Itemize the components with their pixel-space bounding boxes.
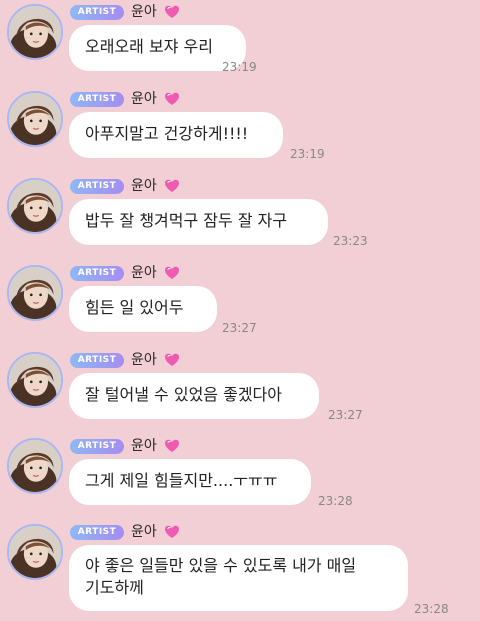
sender-name: 윤아 [131,524,157,540]
sender-name: 윤아 [131,265,157,281]
message-bubble[interactable]: 야 좋은 일들만 있을 수 있도록 내가 매일 기도하께 [69,545,408,611]
sender-name: 윤아 [131,178,157,194]
message-bubble[interactable]: 오래오래 보쟈 우리 [69,25,246,71]
chat-message: ARTIST 윤아 그게 제일 힘들지만....ㅜㅠㅠ 23:28 [0,434,480,522]
artist-badge: ARTIST [70,91,124,107]
profile-photo-icon [9,440,61,492]
message-time: 23:27 [222,321,257,335]
profile-photo-icon [9,180,61,232]
message-time: 23:19 [290,147,325,161]
artist-badge: ARTIST [70,265,124,281]
profile-photo-icon [9,267,61,319]
sender-info: ARTIST 윤아 [70,264,180,282]
sender-info: ARTIST 윤아 [70,523,180,541]
message-time: 23:23 [333,234,368,248]
sender-name: 윤아 [131,438,157,454]
avatar[interactable] [7,438,63,494]
message-time: 23:19 [222,60,257,74]
message-bubble[interactable]: 그게 제일 힘들지만....ㅜㅠㅠ [69,459,311,505]
chat-feed: ARTIST 윤아 오래오래 보쟈 우리 23:19 ARTIST 윤아 아푸지… [0,0,480,621]
chat-message: ARTIST 윤아 잘 털어낼 수 있었음 좋겠다아 23:27 [0,348,480,436]
profile-photo-icon [9,354,61,406]
sender-name: 윤아 [131,4,157,20]
chat-message: ARTIST 윤아 밥두 잘 챙겨먹구 잠두 잘 자구 23:23 [0,174,480,262]
message-bubble[interactable]: 잘 털어낼 수 있었음 좋겠다아 [69,373,319,419]
message-bubble[interactable]: 힘든 일 있어두 [69,286,217,332]
heart-icon [164,353,179,366]
chat-message: ARTIST 윤아 오래오래 보쟈 우리 23:19 [0,0,480,88]
artist-badge: ARTIST [70,352,124,368]
message-time: 23:28 [414,602,449,616]
sender-info: ARTIST 윤아 [70,90,180,108]
avatar[interactable] [7,178,63,234]
chat-message: ARTIST 윤아 야 좋은 일들만 있을 수 있도록 내가 매일 기도하께 2… [0,520,480,621]
profile-photo-icon [9,6,61,58]
artist-badge: ARTIST [70,4,124,20]
heart-icon [164,525,179,538]
sender-info: ARTIST 윤아 [70,177,180,195]
sender-info: ARTIST 윤아 [70,437,180,455]
artist-badge: ARTIST [70,178,124,194]
sender-name: 윤아 [131,352,157,368]
message-time: 23:27 [328,408,363,422]
artist-badge: ARTIST [70,524,124,540]
sender-name: 윤아 [131,91,157,107]
profile-photo-icon [9,93,61,145]
heart-icon [164,439,179,452]
avatar[interactable] [7,4,63,60]
artist-badge: ARTIST [70,438,124,454]
avatar[interactable] [7,265,63,321]
message-bubble[interactable]: 밥두 잘 챙겨먹구 잠두 잘 자구 [69,199,328,245]
chat-message: ARTIST 윤아 아푸지말고 건강하게!!!! 23:19 [0,87,480,175]
heart-icon [164,179,179,192]
message-time: 23:28 [318,494,353,508]
avatar[interactable] [7,352,63,408]
profile-photo-icon [9,526,61,578]
heart-icon [164,266,179,279]
sender-info: ARTIST 윤아 [70,351,180,369]
heart-icon [164,92,179,105]
avatar[interactable] [7,91,63,147]
heart-icon [164,5,179,18]
message-bubble[interactable]: 아푸지말고 건강하게!!!! [69,112,283,158]
sender-info: ARTIST 윤아 [70,3,180,21]
avatar[interactable] [7,524,63,580]
chat-message: ARTIST 윤아 힘든 일 있어두 23:27 [0,261,480,349]
